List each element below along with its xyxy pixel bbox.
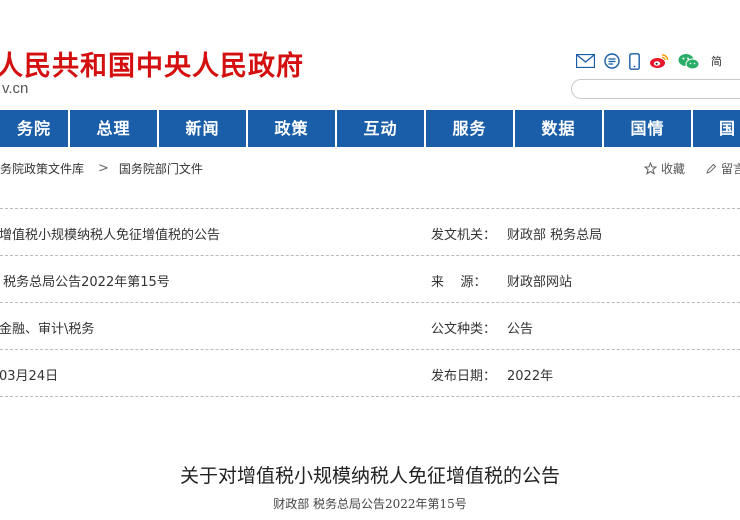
meta-pubdate-label: 发布日期： (431, 369, 497, 384)
favorite-button[interactable]: 收藏 (644, 160, 685, 177)
meta-doctype-label: 公文种类： (431, 322, 497, 337)
meta-pubdate-value: 2022年 (507, 369, 554, 384)
page-actions: 收藏 留言 (644, 160, 740, 177)
meta-doctype-value: 公告 (507, 322, 534, 337)
site-title[interactable]: 人民共和国中央人民政府 (0, 44, 304, 83)
meta-issuer-value: 财政部 税务总局 (507, 228, 603, 243)
meta-row-category: 、金融、审计\税务 公文种类： 公告 (0, 303, 740, 349)
document-title: 关于对增值税小规模纳税人免征增值税的公告 (179, 465, 560, 487)
breadcrumb: 务院政策文件库 > 国务院部门文件 (0, 160, 203, 177)
breadcrumb-dept-docs[interactable]: 国务院部门文件 (119, 160, 203, 177)
breadcrumb-policy-library[interactable]: 务院政策文件库 (0, 160, 84, 177)
meta-source-value: 财政部网站 (507, 275, 573, 290)
comment-button[interactable]: 留言 (705, 160, 740, 177)
meta-row-title: 对增值税小规模纳税人免征增值税的公告 发文机关： 财政部 税务总局 (0, 209, 740, 255)
language-switch[interactable]: 简 (711, 53, 722, 69)
mobile-icon[interactable] (629, 52, 640, 70)
wechat-icon[interactable] (678, 53, 700, 70)
divider (0, 396, 740, 397)
nav-item-more[interactable]: 国 (693, 110, 740, 147)
meta-title-value: 对增值税小规模纳税人免征增值税的公告 (0, 228, 221, 243)
nav-item-hudong[interactable]: 互动 (337, 110, 426, 147)
meta-source-label: 来 源： (431, 275, 487, 290)
nav-item-shuju[interactable]: 数据 (515, 110, 604, 147)
meta-category-value: 、金融、审计\税务 (0, 322, 95, 337)
pencil-icon (706, 163, 717, 174)
breadcrumb-separator: > (98, 161, 109, 176)
meta-issuer-label: 发文机关： (431, 228, 497, 243)
nav-item-xinwen[interactable]: 新闻 (159, 110, 248, 147)
site-header: 人民共和国中央人民政府 v.cn 简 (0, 0, 740, 110)
star-icon (644, 162, 657, 175)
meta-docnumber-value: 部 税务总局公告2022年第15号 (0, 275, 170, 290)
nav-item-guowuyuan[interactable]: 务院 (0, 110, 70, 147)
header-icons: 简 (576, 52, 722, 70)
nav-item-guoqing[interactable]: 国情 (604, 110, 693, 147)
search-input[interactable] (571, 79, 740, 99)
site-url[interactable]: v.cn (2, 80, 28, 97)
mail-icon[interactable] (576, 54, 595, 68)
document-subtitle: 财政部 税务总局公告2022年第15号 (273, 497, 467, 511)
favorite-label: 收藏 (661, 162, 686, 176)
nav-item-zhengce[interactable]: 政策 (248, 110, 337, 147)
meta-row-date: 年03月24日 发布日期： 2022年 (0, 350, 740, 396)
meta-writtendate-value: 年03月24日 (0, 369, 59, 384)
nav-item-fuwu[interactable]: 服务 (426, 110, 515, 147)
main-nav: 务院 总理 新闻 政策 互动 服务 数据 国情 国 (0, 110, 740, 147)
weibo-icon[interactable] (649, 53, 669, 69)
meta-row-docnumber: 部 税务总局公告2022年第15号 来 源： 财政部网站 (0, 256, 740, 302)
comment-label: 留言 (721, 162, 740, 176)
app-icon[interactable] (604, 53, 620, 69)
nav-item-zongli[interactable]: 总理 (70, 110, 159, 147)
